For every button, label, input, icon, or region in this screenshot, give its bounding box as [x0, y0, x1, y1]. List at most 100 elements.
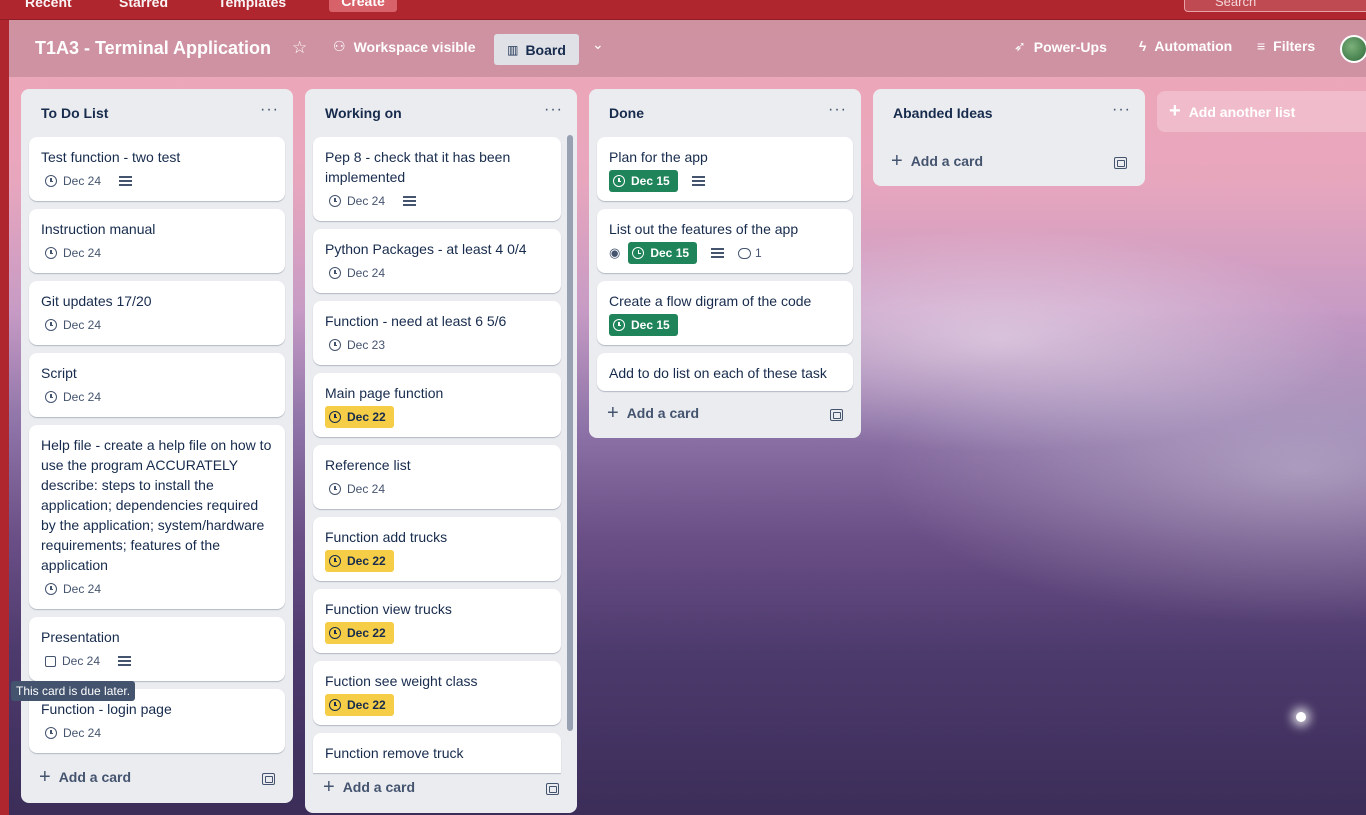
more-icon[interactable]: ···	[1112, 101, 1131, 119]
workspace-visibility-button[interactable]: ⚇ Workspace visible	[333, 38, 475, 55]
card-title: Function view trucks	[325, 601, 452, 617]
description-icon	[403, 196, 417, 206]
card[interactable]: Reference list Dec 24	[313, 445, 561, 509]
create-from-template-icon[interactable]	[262, 773, 275, 785]
plus-icon: +	[1169, 100, 1181, 122]
due-date-badge[interactable]: Dec 24	[325, 190, 389, 212]
due-date-label: Dec 15	[631, 318, 670, 332]
due-date-badge[interactable]: Dec 23	[325, 334, 389, 356]
due-date-label: Dec 24	[347, 482, 386, 496]
more-icon[interactable]: ···	[544, 101, 563, 119]
card-title: Pep 8 - check that it has been implement…	[325, 149, 511, 185]
avatar[interactable]	[1340, 35, 1366, 63]
due-date-badge[interactable]: Dec 24	[41, 578, 105, 600]
card-title: Presentation	[41, 629, 120, 645]
card[interactable]: Pep 8 - check that it has been implement…	[313, 137, 561, 221]
card[interactable]: Create a flow digram of the code Dec 15	[597, 281, 853, 345]
nav-templates[interactable]: Templates	[218, 0, 286, 10]
clock-icon	[329, 267, 341, 279]
card[interactable]: Function add trucks Dec 22	[313, 517, 561, 581]
scrollbar-thumb[interactable]	[567, 135, 573, 731]
card[interactable]: Python Packages - at least 4 0/4 Dec 24	[313, 229, 561, 293]
list-done: Done ··· Plan for the app Dec 15 List ou…	[589, 89, 861, 438]
card[interactable]: Presentation Dec 24	[29, 617, 285, 681]
description-icon	[119, 176, 133, 186]
more-icon[interactable]: ···	[260, 101, 279, 119]
due-date-badge[interactable]: Dec 24	[41, 314, 105, 336]
comment-icon	[738, 247, 752, 259]
background-light	[1296, 712, 1306, 722]
due-date-badge[interactable]: Dec 24	[325, 478, 389, 500]
clock-icon	[45, 583, 57, 595]
power-ups-button[interactable]: ➶ Power-Ups	[1014, 38, 1107, 55]
add-card-button[interactable]: + Add a card	[607, 403, 699, 423]
card[interactable]: Main page function Dec 22	[313, 373, 561, 437]
plus-icon: +	[323, 776, 335, 798]
list-scrollbar[interactable]	[567, 135, 573, 731]
card[interactable]: Function - need at least 6 5/6 Dec 23	[313, 301, 561, 365]
card-badges: Dec 24	[325, 478, 389, 500]
due-date-badge[interactable]: Dec 15	[609, 314, 678, 336]
filters-button[interactable]: ≡ Filters	[1257, 38, 1315, 54]
due-date-badge[interactable]: Dec 24	[41, 170, 105, 192]
filters-label: Filters	[1273, 38, 1316, 54]
checkbox-icon[interactable]	[45, 655, 56, 667]
due-date-badge[interactable]: Dec 15	[628, 242, 698, 264]
nav-starred[interactable]: Starred	[119, 0, 168, 10]
card[interactable]: Git updates 17/20 Dec 24	[29, 281, 285, 345]
filter-icon: ≡	[1257, 38, 1266, 54]
nav-recent[interactable]: Recent	[25, 0, 72, 10]
top-navigation-bar: Recent Starred Templates Create Search	[0, 0, 1366, 20]
automation-label: Automation	[1154, 38, 1233, 54]
add-list-label: Add another list	[1188, 103, 1296, 120]
create-button[interactable]: Create	[329, 0, 397, 12]
due-date-badge[interactable]: Dec 22	[325, 406, 394, 428]
board-title[interactable]: T1A3 - Terminal Application	[35, 38, 271, 59]
card[interactable]: Test function - two test Dec 24	[29, 137, 285, 201]
due-date-badge[interactable]: Dec 22	[325, 622, 394, 644]
card[interactable]: Function remove truck	[313, 733, 561, 773]
card-badges: Dec 24	[41, 170, 133, 192]
automation-button[interactable]: ϟ Automation	[1139, 38, 1232, 54]
clock-icon	[329, 627, 341, 639]
due-date-badge[interactable]: Dec 15	[609, 170, 678, 192]
search-input[interactable]: Search	[1184, 0, 1366, 12]
card[interactable]: Instruction manual Dec 24	[29, 209, 285, 273]
card-title: Python Packages - at least 4 0/4	[325, 241, 527, 257]
add-another-list-button[interactable]: + Add another list	[1157, 91, 1366, 132]
due-date-badge[interactable]: Dec 22	[325, 550, 394, 572]
board-header: T1A3 - Terminal Application ☆ ⚇ Workspac…	[9, 20, 1366, 77]
list-title[interactable]: Abanded Ideas	[893, 105, 993, 121]
add-card-button[interactable]: + Add a card	[39, 767, 131, 787]
list-title[interactable]: Working on	[325, 105, 402, 121]
board-view-button[interactable]: ▥ Board	[494, 34, 579, 65]
due-date-badge[interactable]: Dec 24	[41, 722, 105, 744]
list-title[interactable]: To Do List	[41, 105, 108, 121]
add-card-button[interactable]: + Add a card	[323, 776, 415, 798]
comment-count: 1	[755, 246, 762, 260]
due-date-badge[interactable]: Dec 24	[41, 242, 105, 264]
due-date-badge[interactable]: Dec 24	[325, 262, 389, 284]
card[interactable]: Fuction see weight class Dec 22	[313, 661, 561, 725]
card[interactable]: List out the features of the app ◉ Dec 1…	[597, 209, 853, 273]
more-icon[interactable]: ···	[828, 101, 847, 119]
star-icon[interactable]: ☆	[292, 38, 312, 58]
due-date-badge[interactable]: Dec 24	[41, 650, 104, 672]
add-card-button[interactable]: + Add a card	[891, 151, 983, 171]
card[interactable]: Plan for the app Dec 15	[597, 137, 853, 201]
eye-icon: ◉	[609, 245, 621, 260]
card-title: Help file - create a help file on how to…	[41, 437, 272, 573]
list-title[interactable]: Done	[609, 105, 644, 121]
due-date-badge[interactable]: Dec 24	[41, 386, 105, 408]
due-date-badge[interactable]: Dec 22	[325, 694, 394, 716]
create-from-template-icon[interactable]	[830, 409, 843, 421]
create-from-template-icon[interactable]	[1114, 157, 1127, 169]
card[interactable]: Add to do list on each of these task	[597, 353, 853, 391]
card[interactable]: Help file - create a help file on how to…	[29, 425, 285, 609]
chevron-down-icon[interactable]: ⌄	[592, 36, 604, 53]
card-badges: Dec 22	[325, 622, 394, 644]
card-badges: Dec 24	[325, 262, 389, 284]
card[interactable]: Function view trucks Dec 22	[313, 589, 561, 653]
card[interactable]: Script Dec 24	[29, 353, 285, 417]
create-from-template-icon[interactable]	[546, 783, 559, 795]
